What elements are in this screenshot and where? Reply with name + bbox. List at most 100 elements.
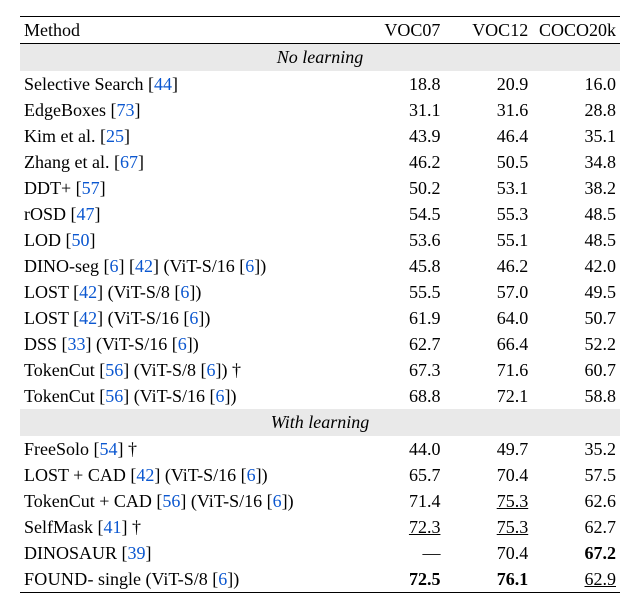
table-row: SelfMask [41] †72.375.362.7 [20,514,620,540]
citation-link[interactable]: 6 [178,334,187,354]
method-cell: TokenCut [56] (ViT-S/16 [6]) [20,383,357,409]
citation-link[interactable]: 41 [104,517,122,537]
method-cell: LOST [42] (ViT-S/16 [6]) [20,305,357,331]
value-cell: 67.3 [357,357,445,383]
value-cell: 31.6 [444,97,532,123]
method-cell: FOUND- single (ViT-S/8 [6]) [20,566,357,593]
value-cell: 43.9 [357,123,445,149]
citation-link[interactable]: 56 [105,386,123,406]
table-header-row: Method VOC07 VOC12 COCO20k [20,17,620,44]
value-cell: 62.6 [532,488,620,514]
value-cell: 49.7 [444,436,532,462]
citation-link[interactable]: 50 [72,230,90,250]
value-cell: 54.5 [357,201,445,227]
table-row: TokenCut [56] (ViT-S/8 [6]) †67.371.660.… [20,357,620,383]
table-row: TokenCut [56] (ViT-S/16 [6])68.872.158.8 [20,383,620,409]
value-cell: 75.3 [444,488,532,514]
value-cell: 38.2 [532,175,620,201]
value-cell: 75.3 [444,514,532,540]
value-cell: 55.1 [444,227,532,253]
value-cell: 46.2 [357,149,445,175]
citation-link[interactable]: 42 [135,256,153,276]
value-cell: 58.8 [532,383,620,409]
table-row: FOUND- single (ViT-S/8 [6])72.576.162.9 [20,566,620,593]
value-cell: 72.5 [357,566,445,593]
value-cell: 55.5 [357,279,445,305]
col-method: Method [20,17,357,44]
value-cell: 53.6 [357,227,445,253]
value-cell: — [357,540,445,566]
citation-link[interactable]: 42 [79,308,97,328]
table-row: Selective Search [44]18.820.916.0 [20,71,620,97]
table-row: DSS [33] (ViT-S/16 [6])62.766.452.2 [20,331,620,357]
table-row: DINOSAUR [39]—70.467.2 [20,540,620,566]
table-row: FreeSolo [54] †44.049.735.2 [20,436,620,462]
citation-link[interactable]: 56 [105,360,123,380]
citation-link[interactable]: 39 [128,543,146,563]
table-row: DDT+ [57]50.253.138.2 [20,175,620,201]
method-cell: TokenCut [56] (ViT-S/8 [6]) † [20,357,357,383]
method-cell: DINO-seg [6] [42] (ViT-S/16 [6]) [20,253,357,279]
citation-link[interactable]: 42 [136,465,154,485]
table-row: TokenCut + CAD [56] (ViT-S/16 [6])71.475… [20,488,620,514]
method-cell: FreeSolo [54] † [20,436,357,462]
citation-link[interactable]: 44 [154,74,172,94]
method-cell: DINOSAUR [39] [20,540,357,566]
value-cell: 57.5 [532,462,620,488]
table-row: LOST [42] (ViT-S/8 [6])55.557.049.5 [20,279,620,305]
value-cell: 18.8 [357,71,445,97]
results-table: Method VOC07 VOC12 COCO20k No learningSe… [20,16,620,593]
citation-link[interactable]: 67 [120,152,138,172]
value-cell: 31.1 [357,97,445,123]
value-cell: 72.1 [444,383,532,409]
value-cell: 53.1 [444,175,532,201]
value-cell: 55.3 [444,201,532,227]
table-row: LOST + CAD [42] (ViT-S/16 [6])65.770.457… [20,462,620,488]
value-cell: 62.7 [357,331,445,357]
value-cell: 65.7 [357,462,445,488]
value-cell: 44.0 [357,436,445,462]
value-cell: 20.9 [444,71,532,97]
value-cell: 64.0 [444,305,532,331]
method-cell: rOSD [47] [20,201,357,227]
value-cell: 50.5 [444,149,532,175]
method-cell: LOST + CAD [42] (ViT-S/16 [6]) [20,462,357,488]
value-cell: 71.4 [357,488,445,514]
table-row: LOST [42] (ViT-S/16 [6])61.964.050.7 [20,305,620,331]
method-cell: Zhang et al. [67] [20,149,357,175]
citation-link[interactable]: 56 [162,491,180,511]
citation-link[interactable]: 6 [273,491,282,511]
value-cell: 49.5 [532,279,620,305]
method-cell: DDT+ [57] [20,175,357,201]
value-cell: 72.3 [357,514,445,540]
citation-link[interactable]: 25 [106,126,124,146]
citation-link[interactable]: 73 [116,100,134,120]
section-title: With learning [20,409,620,436]
value-cell: 66.4 [444,331,532,357]
citation-link[interactable]: 47 [77,204,95,224]
value-cell: 50.2 [357,175,445,201]
value-cell: 76.1 [444,566,532,593]
method-cell: LOST [42] (ViT-S/8 [6]) [20,279,357,305]
citation-link[interactable]: 6 [245,256,254,276]
value-cell: 35.2 [532,436,620,462]
citation-link[interactable]: 42 [79,282,97,302]
value-cell: 57.0 [444,279,532,305]
method-cell: DSS [33] (ViT-S/16 [6]) [20,331,357,357]
citation-link[interactable]: 33 [68,334,86,354]
method-cell: LOD [50] [20,227,357,253]
col-voc12: VOC12 [444,17,532,44]
value-cell: 52.2 [532,331,620,357]
citation-link[interactable]: 54 [100,439,118,459]
citation-link[interactable]: 57 [82,178,100,198]
value-cell: 46.4 [444,123,532,149]
value-cell: 28.8 [532,97,620,123]
citation-link[interactable]: 6 [218,569,227,589]
section-title: No learning [20,44,620,72]
table-row: rOSD [47]54.555.348.5 [20,201,620,227]
table-row: Kim et al. [25]43.946.435.1 [20,123,620,149]
value-cell: 46.2 [444,253,532,279]
citation-link[interactable]: 6 [247,465,256,485]
value-cell: 60.7 [532,357,620,383]
method-cell: EdgeBoxes [73] [20,97,357,123]
